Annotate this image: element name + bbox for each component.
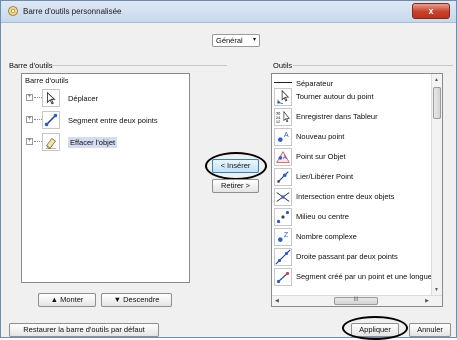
cancel-button[interactable]: Annuler bbox=[409, 323, 451, 337]
eraser-icon bbox=[42, 133, 60, 151]
expand-icon[interactable]: + bbox=[26, 138, 33, 145]
scroll-down-arrow-icon[interactable]: ▼ bbox=[434, 287, 439, 293]
scroll-right-arrow-icon[interactable]: ▶ bbox=[425, 298, 429, 304]
midpoint-icon bbox=[274, 208, 292, 226]
apply-highlight-circle bbox=[342, 316, 408, 340]
right-header-divider bbox=[293, 65, 453, 66]
tree-connector bbox=[34, 97, 42, 98]
vertical-scroll-thumb[interactable] bbox=[433, 87, 441, 119]
left-header-divider bbox=[51, 65, 227, 66]
tool-label: Lier/Libérer Point bbox=[296, 172, 354, 181]
tree-item-label: Déplacer bbox=[68, 94, 99, 103]
list-item[interactable]: A Nouveau point bbox=[272, 127, 432, 147]
remove-button[interactable]: Retirer > bbox=[212, 179, 259, 193]
point-on-object-icon: A bbox=[274, 148, 292, 166]
cursor-icon bbox=[42, 89, 60, 107]
icon-letter-z: Z bbox=[284, 231, 289, 239]
separator-line-icon bbox=[274, 82, 292, 83]
chevron-down-icon: ▾ bbox=[252, 37, 256, 43]
list-item[interactable]: Tourner autour du point bbox=[272, 87, 432, 107]
tree-root-label[interactable]: Barre d'outils bbox=[25, 76, 69, 85]
tool-label: Nombre complexe bbox=[296, 232, 357, 241]
toolbar-tree[interactable]: Barre d'outils + Déplacer + Segment entr… bbox=[21, 73, 190, 283]
tree-item[interactable]: + Effacer l'objet bbox=[22, 132, 189, 154]
tool-label: Droite passant par deux points bbox=[296, 252, 398, 261]
horizontal-scroll-thumb[interactable]: III bbox=[334, 297, 378, 305]
expand-icon[interactable]: + bbox=[26, 116, 33, 123]
attach-detach-point-icon bbox=[274, 168, 292, 186]
tool-label: Milieu ou centre bbox=[296, 212, 349, 221]
tools-list[interactable]: Séparateur Tourner autour du point 36 24… bbox=[271, 73, 443, 307]
close-button[interactable]: x bbox=[412, 3, 450, 19]
tree-connector bbox=[34, 141, 42, 142]
move-up-button[interactable]: ▲ Monter bbox=[38, 293, 96, 307]
list-item[interactable]: Droite passant par deux points bbox=[272, 247, 432, 267]
title-bar[interactable]: Barre d'outils personnalisée x bbox=[1, 1, 456, 23]
tool-label: Segment créé par un point et une longueu… bbox=[296, 272, 439, 281]
intersection-icon bbox=[274, 188, 292, 206]
line-through-two-points-icon bbox=[274, 248, 292, 266]
tool-label: Enregistrer dans Tableur bbox=[296, 112, 378, 121]
tool-label: Tourner autour du point bbox=[296, 92, 374, 101]
insert-highlight-circle bbox=[205, 152, 267, 180]
icon-letter-a: A bbox=[283, 155, 287, 161]
segment-icon bbox=[42, 111, 60, 129]
reset-toolbar-button[interactable]: Restaurer la barre d'outils par défaut bbox=[9, 323, 159, 337]
rotate-around-point-icon bbox=[274, 88, 292, 106]
dialog-window: Barre d'outils personnalisée x Général ▾… bbox=[0, 0, 457, 340]
list-item[interactable]: Intersection entre deux objets bbox=[272, 187, 432, 207]
tools-horizontal-scrollbar[interactable]: ◀ III ▶ bbox=[272, 295, 442, 306]
scroll-left-arrow-icon[interactable]: ◀ bbox=[275, 298, 279, 304]
list-item[interactable]: A Point sur Objet bbox=[272, 147, 432, 167]
complex-number-icon: Z bbox=[274, 228, 292, 246]
tools-vertical-scrollbar[interactable]: ▲ ▼ bbox=[431, 74, 442, 296]
list-item[interactable]: 36 24 12 Enregistrer dans Tableur bbox=[272, 107, 432, 127]
icon-number-12: 12 bbox=[276, 119, 281, 124]
tree-item-label: Effacer l'objet bbox=[68, 137, 118, 148]
list-item[interactable]: Z Nombre complexe bbox=[272, 227, 432, 247]
scroll-up-arrow-icon[interactable]: ▲ bbox=[434, 77, 439, 83]
record-to-spreadsheet-icon: 36 24 12 bbox=[274, 108, 292, 126]
list-item[interactable]: Milieu ou centre bbox=[272, 207, 432, 227]
tool-label: Point sur Objet bbox=[296, 152, 346, 161]
window-title: Barre d'outils personnalisée bbox=[23, 7, 122, 16]
right-panel-header: Outils bbox=[273, 61, 293, 70]
tool-label: Nouveau point bbox=[296, 132, 345, 141]
new-point-icon: A bbox=[274, 128, 292, 146]
toolbar-settings-icon bbox=[8, 6, 18, 16]
left-panel-header: Barre d'outils bbox=[9, 61, 53, 70]
tree-item[interactable]: + Segment entre deux points bbox=[22, 110, 189, 132]
tool-label: Intersection entre deux objets bbox=[296, 192, 395, 201]
expand-icon[interactable]: + bbox=[26, 94, 33, 101]
list-item[interactable]: Segment créé par un point et une longueu… bbox=[272, 267, 439, 287]
move-down-button[interactable]: ▼ Descendre bbox=[101, 293, 172, 307]
category-select[interactable]: Général ▾ bbox=[212, 34, 260, 47]
category-selected-value: Général bbox=[216, 36, 243, 45]
tree-item[interactable]: + Déplacer bbox=[22, 88, 189, 110]
list-item[interactable]: Lier/Libérer Point bbox=[272, 167, 432, 187]
segment-fixed-length-icon bbox=[274, 268, 292, 286]
tree-item-label: Segment entre deux points bbox=[68, 116, 158, 125]
tree-connector bbox=[34, 119, 42, 120]
icon-letter-a: A bbox=[284, 131, 289, 139]
